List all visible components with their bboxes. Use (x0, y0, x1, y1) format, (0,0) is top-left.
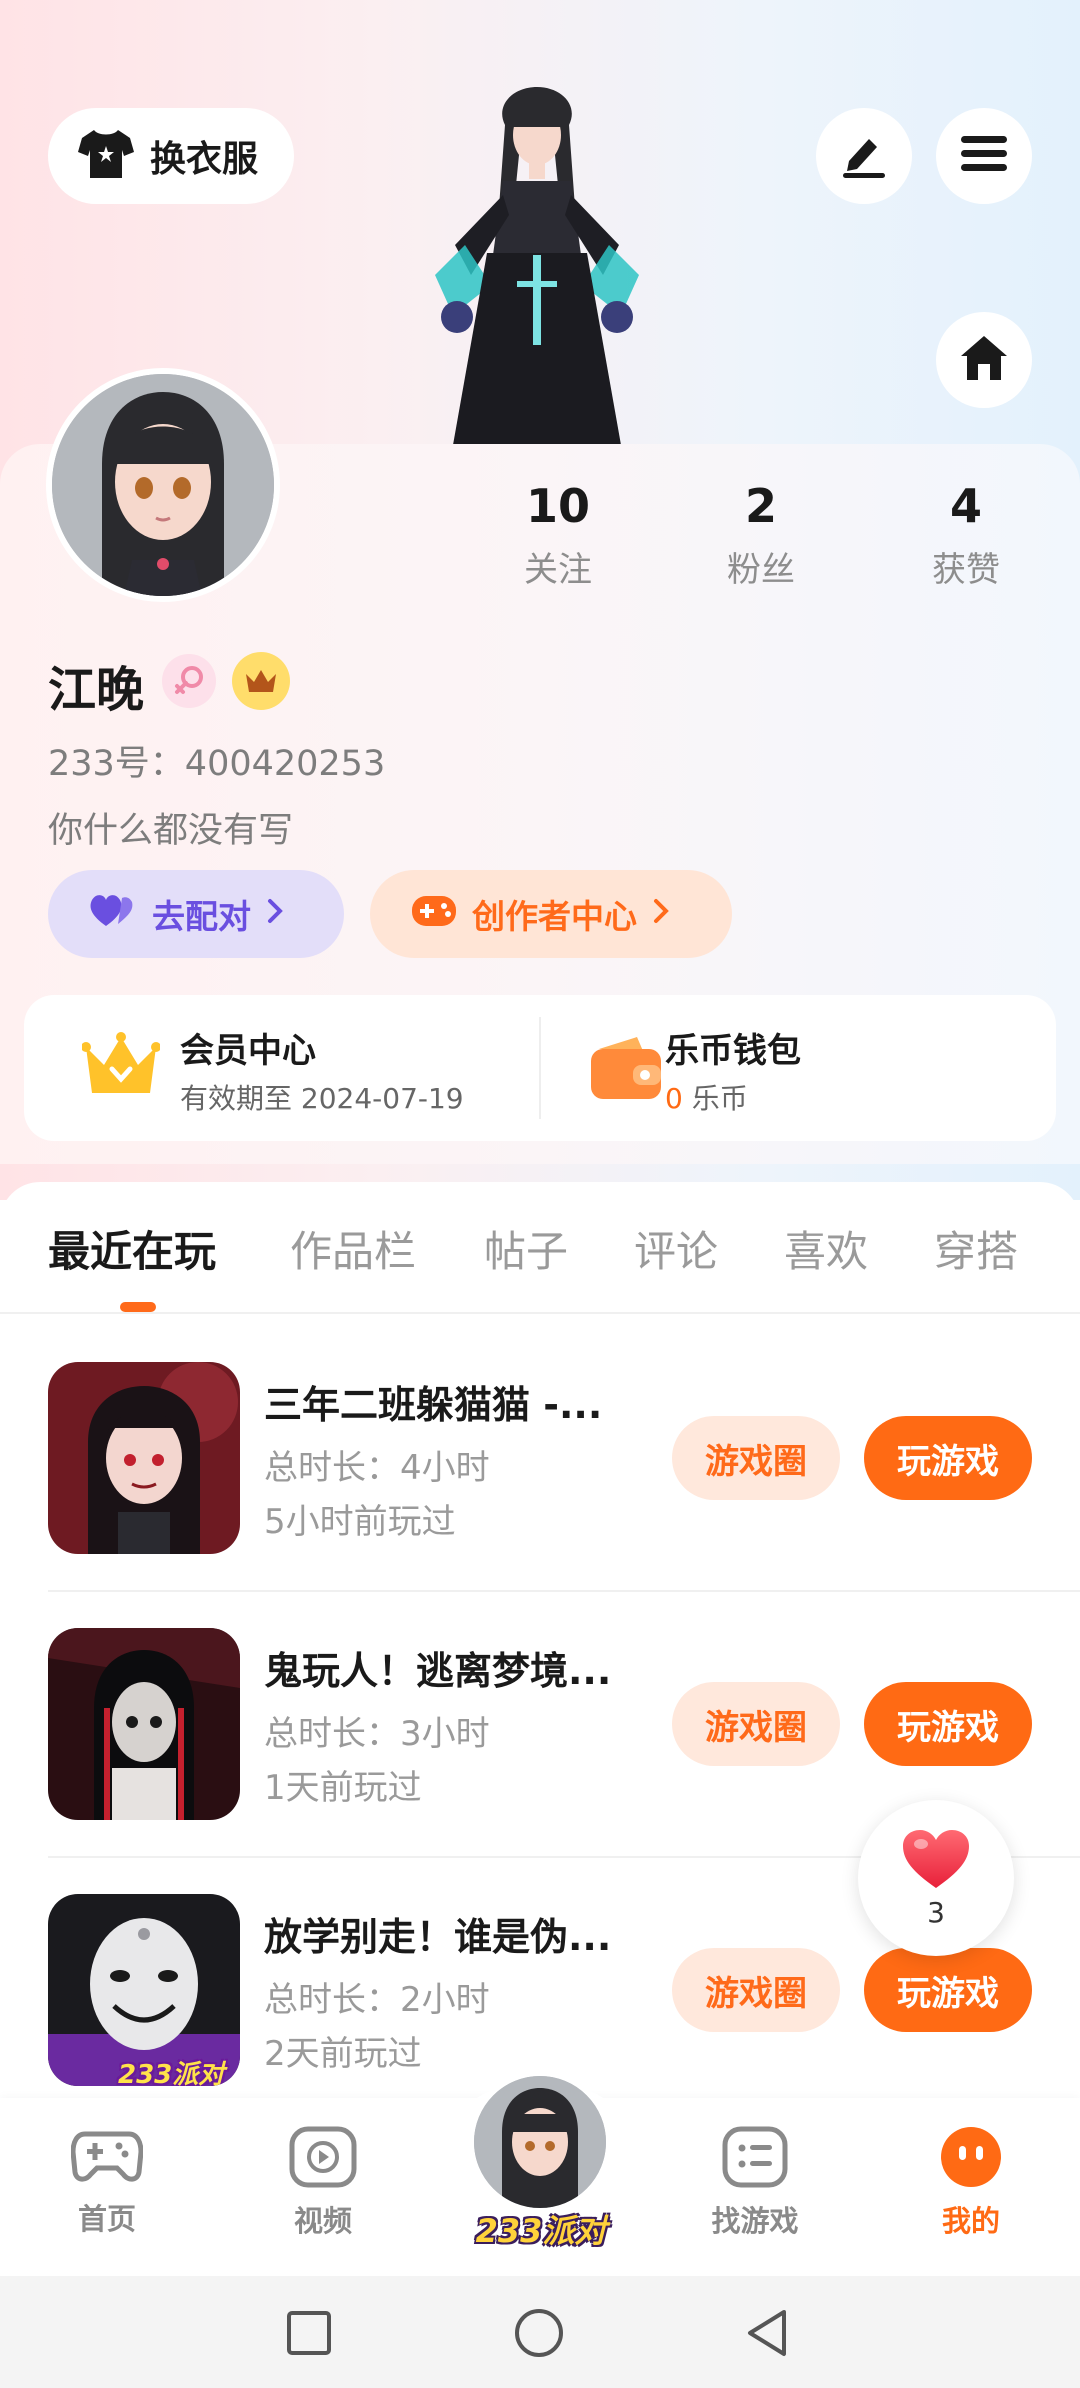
game-last-played: 5小时前玩过 (264, 1502, 456, 1542)
game-title: 放学别走！谁是伪... (264, 1915, 612, 1959)
user-id: 233号：400420253 (48, 744, 386, 784)
stat-followers[interactable]: 2 粉丝 (671, 478, 851, 591)
wallet-balance: 0 乐币 (665, 1077, 748, 1117)
tab-posts[interactable]: 帖子 (484, 1218, 568, 1279)
profile-face-icon (938, 2127, 1004, 2192)
creator-center-label: 创作者中心 (472, 897, 637, 936)
system-navigation-bar (0, 2276, 1080, 2388)
stat-likes[interactable]: 4 获赞 (876, 478, 1056, 591)
game-thumbnail[interactable] (48, 1362, 240, 1554)
game-thumbnail[interactable] (48, 1628, 240, 1820)
member-center-entry[interactable]: 会员中心 有效期至 2024-07-19 (24, 995, 539, 1141)
member-center-title: 会员中心 (180, 1031, 316, 1071)
nav-mine-label: 我的 (941, 2204, 1000, 2238)
active-tab-indicator (120, 1302, 156, 1312)
home-circle-icon[interactable] (514, 2308, 564, 2362)
edit-button[interactable] (816, 108, 912, 204)
play-game-button[interactable]: 玩游戏 (864, 1416, 1032, 1500)
pencil-icon (839, 129, 889, 183)
wallet-amount: 0 (665, 1082, 683, 1115)
nav-video-label: 视频 (293, 2204, 352, 2238)
nav-party-avatar[interactable] (470, 2072, 610, 2212)
user-avatar[interactable] (46, 368, 280, 602)
chevron-right-icon (265, 895, 285, 934)
likes-count: 4 (949, 479, 982, 533)
nav-home[interactable]: 首页 (27, 2126, 187, 2238)
nav-find-games[interactable]: 找游戏 (675, 2126, 835, 2240)
game-circle-button[interactable]: 游戏圈 (672, 1682, 840, 1766)
tab-comments[interactable]: 评论 (634, 1218, 718, 1279)
menu-button[interactable] (936, 108, 1032, 204)
following-count: 10 (525, 479, 590, 533)
wallet-unit: 乐币 (682, 1082, 748, 1115)
gamepad-icon (410, 890, 458, 938)
home-icon (959, 334, 1009, 386)
stat-following[interactable]: 10 关注 (468, 478, 648, 591)
play-game-button[interactable]: 玩游戏 (864, 1948, 1032, 2032)
crown-icon (81, 1031, 161, 1107)
recent-apps-icon[interactable] (286, 2310, 332, 2360)
dressup-label: 换衣服 (150, 139, 259, 180)
member-expiry: 有效期至 2024-07-19 (180, 1082, 464, 1115)
game-duration: 总时长：2小时 (264, 1980, 490, 2020)
tab-works[interactable]: 作品栏 (290, 1218, 416, 1279)
video-play-icon (289, 2126, 357, 2192)
like-count: 3 (927, 1895, 945, 1929)
game-thumbnail[interactable]: 233派对 (48, 1894, 240, 2086)
match-label: 去配对 (152, 897, 251, 936)
match-button[interactable]: 去配对 (48, 870, 344, 958)
game-last-played: 1天前玩过 (264, 1768, 422, 1808)
game-circle-button[interactable]: 游戏圈 (672, 1948, 840, 2032)
female-gender-icon (162, 654, 216, 708)
creator-center-button[interactable]: 创作者中心 (370, 870, 732, 958)
nav-mine[interactable]: 我的 (891, 2126, 1051, 2240)
nav-find-games-label: 找游戏 (711, 2204, 799, 2238)
chevron-right-icon (651, 895, 671, 934)
game-thumb-badge: 233派对 (118, 2060, 225, 2086)
tab-divider (0, 1312, 1080, 1314)
dressup-button[interactable]: 换衣服 (48, 108, 294, 204)
game-last-played: 2天前玩过 (264, 2034, 422, 2074)
crown-vip-icon[interactable] (232, 652, 290, 710)
list-item[interactable]: 三年二班躲猫猫 -... 总时长：4小时 5小时前玩过 游戏圈 玩游戏 (0, 1320, 1080, 1585)
nav-home-label: 首页 (77, 2202, 136, 2236)
heart-pair-icon (88, 890, 138, 938)
tab-likes[interactable]: 喜欢 (784, 1218, 868, 1279)
list-icon (722, 2126, 788, 2192)
nav-video[interactable]: 视频 (243, 2126, 403, 2240)
wallet-icon (589, 1035, 663, 1105)
game-circle-button[interactable]: 游戏圈 (672, 1416, 840, 1500)
back-triangle-icon[interactable] (744, 2308, 790, 2362)
following-label: 关注 (524, 550, 592, 590)
tab-recently-played[interactable]: 最近在玩 (48, 1218, 216, 1279)
play-game-button[interactable]: 玩游戏 (864, 1682, 1032, 1766)
membership-wallet-card: 会员中心 有效期至 2024-07-19 乐币钱包 0 乐币 (24, 995, 1056, 1141)
wallet-title: 乐币钱包 (665, 1031, 801, 1071)
gamepad-icon (70, 2131, 144, 2190)
hamburger-menu-icon (961, 134, 1007, 178)
floating-like-button[interactable]: 3 (858, 1800, 1014, 1956)
followers-count: 2 (744, 479, 777, 533)
avatar-3d-figure[interactable] (395, 85, 680, 445)
game-title: 鬼玩人！逃离梦境... (264, 1649, 612, 1693)
tab-outfits[interactable]: 穿搭 (934, 1218, 1018, 1279)
game-duration: 总时长：4小时 (264, 1448, 490, 1488)
game-title: 三年二班躲猫猫 -... (264, 1383, 603, 1427)
followers-label: 粉丝 (727, 550, 795, 590)
likes-label: 获赞 (932, 550, 1000, 590)
home-button[interactable] (936, 312, 1032, 408)
username: 江晚 (48, 662, 145, 718)
tshirt-icon (78, 128, 134, 184)
game-duration: 总时长：3小时 (264, 1714, 490, 1754)
user-bio: 你什么都没有写 (48, 811, 294, 851)
heart-icon (901, 1828, 971, 1894)
nav-party-label[interactable]: 233派对 (466, 2206, 616, 2252)
wallet-entry[interactable]: 乐币钱包 0 乐币 (541, 995, 1056, 1141)
